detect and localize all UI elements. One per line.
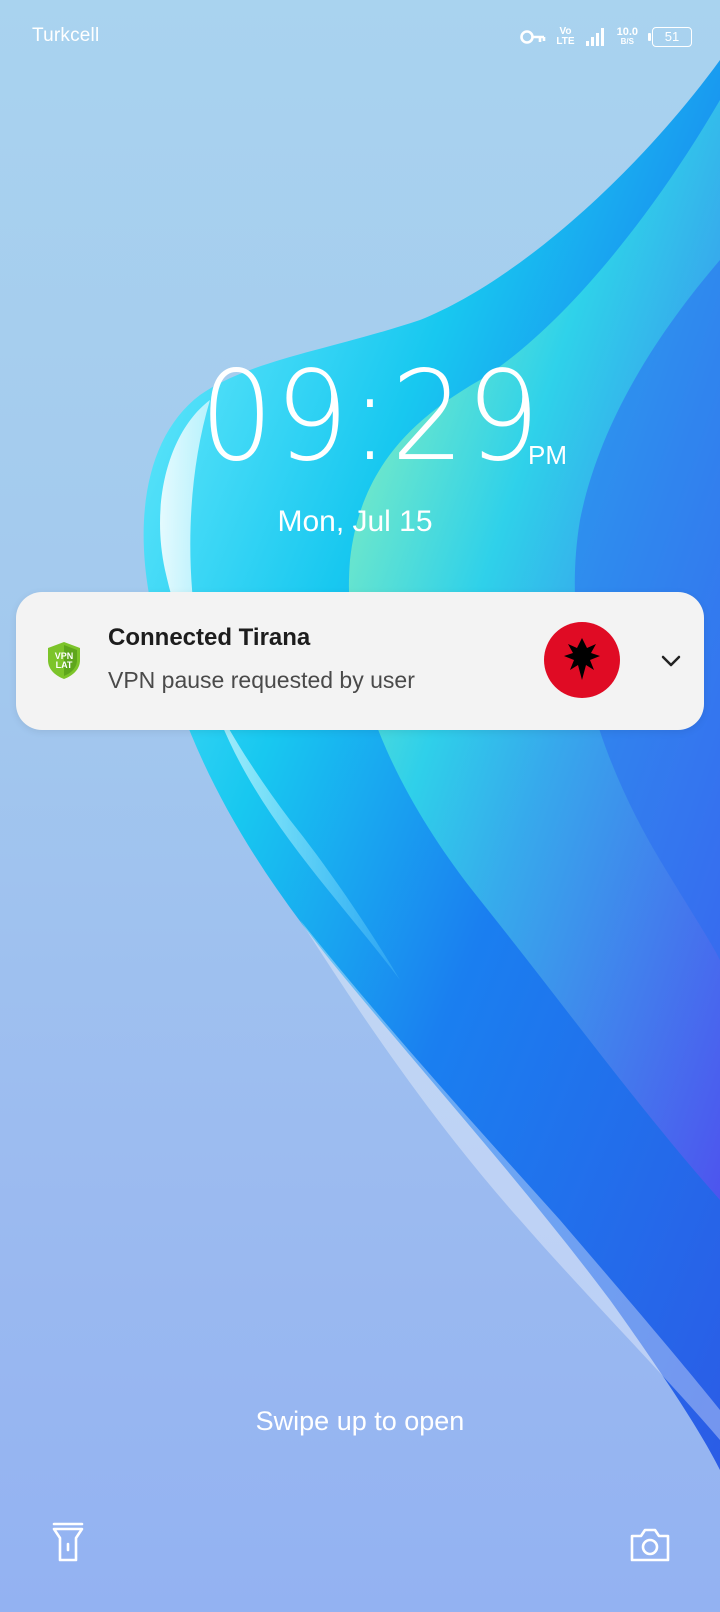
clock-ampm: PM [528,440,567,470]
albania-flag [544,622,620,698]
lockscreen-clock: 09:29 PM [0,352,720,492]
wallpaper [143,60,720,1470]
clock-time: 09:29 [200,345,542,489]
network-speed: 10.0 B/S [617,27,638,47]
lockscreen-date: Mon, Jul 15 [277,505,433,538]
flashlight-icon[interactable] [50,1520,86,1564]
battery-level: 51 [664,29,680,44]
camera-icon[interactable] [628,1524,672,1564]
speed-value: 10.0 [616,26,638,38]
vpn-lat-shield-icon: VPN LAT [48,642,80,679]
vpn-key-icon [520,29,546,45]
chevron-down-icon[interactable] [656,646,686,676]
volte-bottom: LTE [556,36,575,47]
status-bar: Turkcell Vo LTE 10.0 B/S 51 [0,0,720,72]
notification-text: VPN pause requested by user [108,667,415,693]
battery-icon: 51 [648,27,692,47]
notification-title: Connected Tirana [108,624,311,651]
vpn-notification[interactable]: VPN LAT Connected Tirana VPN pause reque… [16,592,704,730]
app-icon-text-bottom: LAT [56,660,73,670]
signal-icon [585,27,607,47]
swipe-hint: Swipe up to open [255,1406,465,1436]
speed-unit: B/S [620,37,634,46]
volte-icon: Vo LTE [556,27,574,47]
status-icons: Vo LTE 10.0 B/S 51 [520,22,692,52]
carrier-name: Turkcell [32,25,100,46]
